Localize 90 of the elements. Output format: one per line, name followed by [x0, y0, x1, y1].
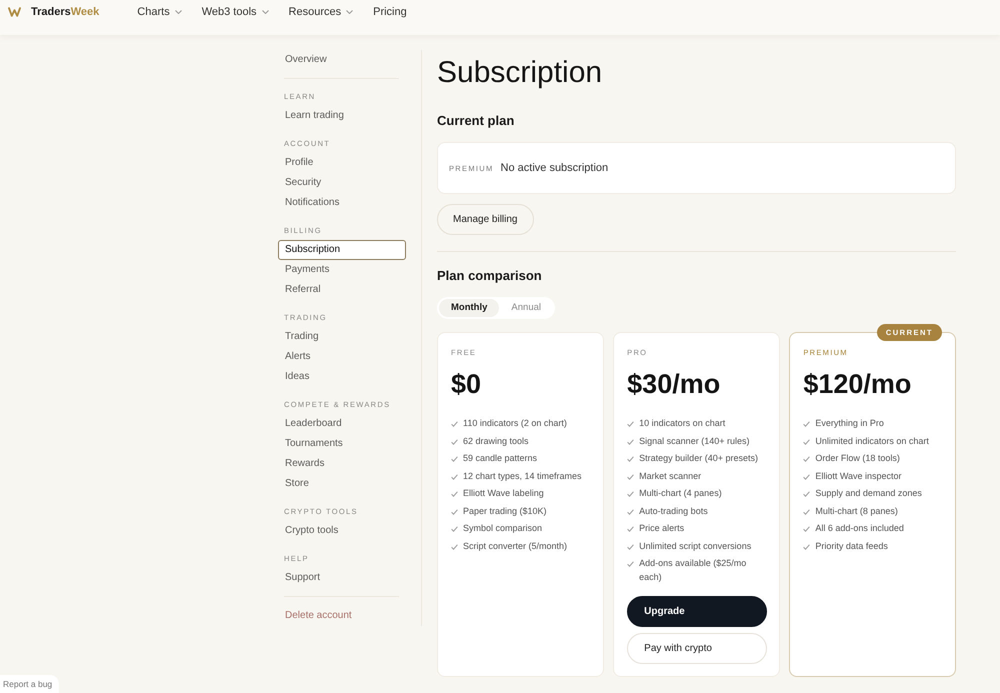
sidebar-item[interactable]: Tournaments: [278, 434, 406, 454]
manage-billing-button[interactable]: Manage billing: [437, 204, 534, 235]
sidebar-item[interactable]: Alerts: [278, 347, 406, 367]
sidebar-item[interactable]: Referral: [278, 280, 406, 300]
feature-text: 59 candle patterns: [463, 452, 538, 465]
caret-icon: [262, 10, 269, 14]
sidebar-item[interactable]: Leaderboard: [278, 414, 406, 434]
feature-text: Strategy builder (40+ presets): [639, 452, 758, 465]
check-icon: [451, 438, 458, 444]
sidebar-item[interactable]: Payments: [278, 260, 406, 280]
check-icon: [803, 544, 810, 550]
feature-text: Elliott Wave inspector: [815, 470, 902, 483]
page-title: Subscription: [437, 55, 604, 91]
feature-text: Price alerts: [639, 522, 684, 535]
caret-icon: [346, 10, 354, 14]
nav-link[interactable]: Charts: [137, 5, 182, 19]
section-heading: Plan comparison: [437, 268, 543, 284]
check-icon: [803, 508, 810, 514]
feature-text: Script converter (5/month): [463, 540, 568, 553]
feature-text: Auto-trading bots: [639, 504, 708, 518]
check-icon: [627, 561, 634, 567]
check-icon: [627, 456, 634, 462]
check-icon: [803, 438, 810, 444]
sidebar-item[interactable]: Subscription: [278, 240, 406, 260]
feature-text: 110 indicators (2 on chart): [463, 417, 567, 430]
feature-text: Unlimited indicators on chart: [815, 434, 929, 448]
check-icon: [803, 526, 810, 532]
check-icon: [627, 544, 634, 550]
check-icon: [803, 491, 810, 497]
sidebar-item[interactable]: Rewards: [278, 454, 406, 474]
sidebar-item[interactable]: Crypto tools: [278, 521, 406, 541]
check-icon: [451, 544, 458, 550]
nav-link[interactable]: Web3 tools: [202, 5, 269, 19]
billing-period-tab[interactable]: Monthly: [439, 299, 500, 317]
check-icon: [627, 438, 634, 444]
caret-icon: [174, 10, 182, 14]
check-icon: [451, 474, 458, 480]
check-icon: [451, 491, 458, 497]
feature-text: 62 drawing tools: [463, 434, 529, 448]
check-icon: [627, 474, 634, 480]
feature-text: Supply and demand zones: [815, 487, 922, 500]
nav-link[interactable]: Pricing: [373, 5, 407, 19]
subscription-status: No active subscription: [500, 162, 608, 174]
plan-price: $0: [451, 369, 482, 399]
feature-text: Unlimited script conversions: [639, 540, 752, 553]
sidebar-item[interactable]: Notifications: [278, 193, 406, 213]
sidebar-item[interactable]: Trading: [278, 327, 406, 347]
feature-text: Multi-chart (4 panes): [639, 487, 722, 500]
feature-text: 12 chart types, 14 timeframes: [463, 470, 582, 483]
section-heading: Current plan: [437, 113, 516, 129]
check-icon: [803, 474, 810, 480]
sidebar-item[interactable]: Delete account: [278, 606, 406, 626]
feature-text: All 6 add-ons included: [815, 522, 904, 535]
brand-name: TradersWeek: [31, 5, 100, 19]
sidebar-item[interactable]: Ideas: [278, 367, 406, 387]
check-icon: [627, 491, 634, 497]
check-icon: [451, 421, 458, 427]
sidebar-item[interactable]: Support: [278, 568, 406, 588]
check-icon: [627, 421, 634, 427]
feature-text: Elliott Wave labeling: [463, 487, 544, 500]
feature-text: Add-ons available ($25/mo each): [639, 557, 748, 584]
sidebar-item[interactable]: Store: [278, 474, 406, 494]
nav-link[interactable]: Resources: [288, 5, 354, 19]
check-icon: [627, 526, 634, 532]
feature-text: 10 indicators on chart: [639, 417, 726, 430]
billing-period-tab[interactable]: Annual: [499, 299, 554, 317]
report-bug-button[interactable]: Report a bug: [0, 675, 60, 693]
feature-text: Multi-chart (8 panes): [815, 504, 898, 518]
check-icon: [627, 508, 634, 514]
feature-text: Priority data feeds: [815, 540, 888, 553]
feature-text: Symbol comparison: [463, 522, 542, 535]
plan-price: $30/mo: [627, 369, 720, 399]
feature-text: Order Flow (18 tools): [815, 452, 900, 465]
feature-text: Signal scanner (140+ rules): [639, 434, 750, 448]
check-icon: [451, 526, 458, 532]
sidebar-item[interactable]: Security: [278, 173, 406, 193]
primary-button[interactable]: Upgrade: [627, 596, 767, 627]
check-icon: [803, 456, 810, 462]
check-icon: [803, 421, 810, 427]
secondary-button[interactable]: Pay with crypto: [627, 633, 767, 664]
feature-text: Paper trading ($10K): [463, 504, 547, 518]
feature-text: Everything in Pro: [815, 417, 884, 430]
check-icon: [451, 456, 458, 462]
feature-text: Market scanner: [639, 470, 702, 482]
plan-price: $120/mo: [803, 369, 912, 399]
logo-icon: [8, 7, 21, 17]
sidebar-item[interactable]: Profile: [278, 153, 406, 173]
check-icon: [451, 508, 458, 514]
sidebar-item[interactable]: Learn trading: [278, 106, 406, 126]
sidebar-item[interactable]: Overview: [278, 50, 406, 70]
